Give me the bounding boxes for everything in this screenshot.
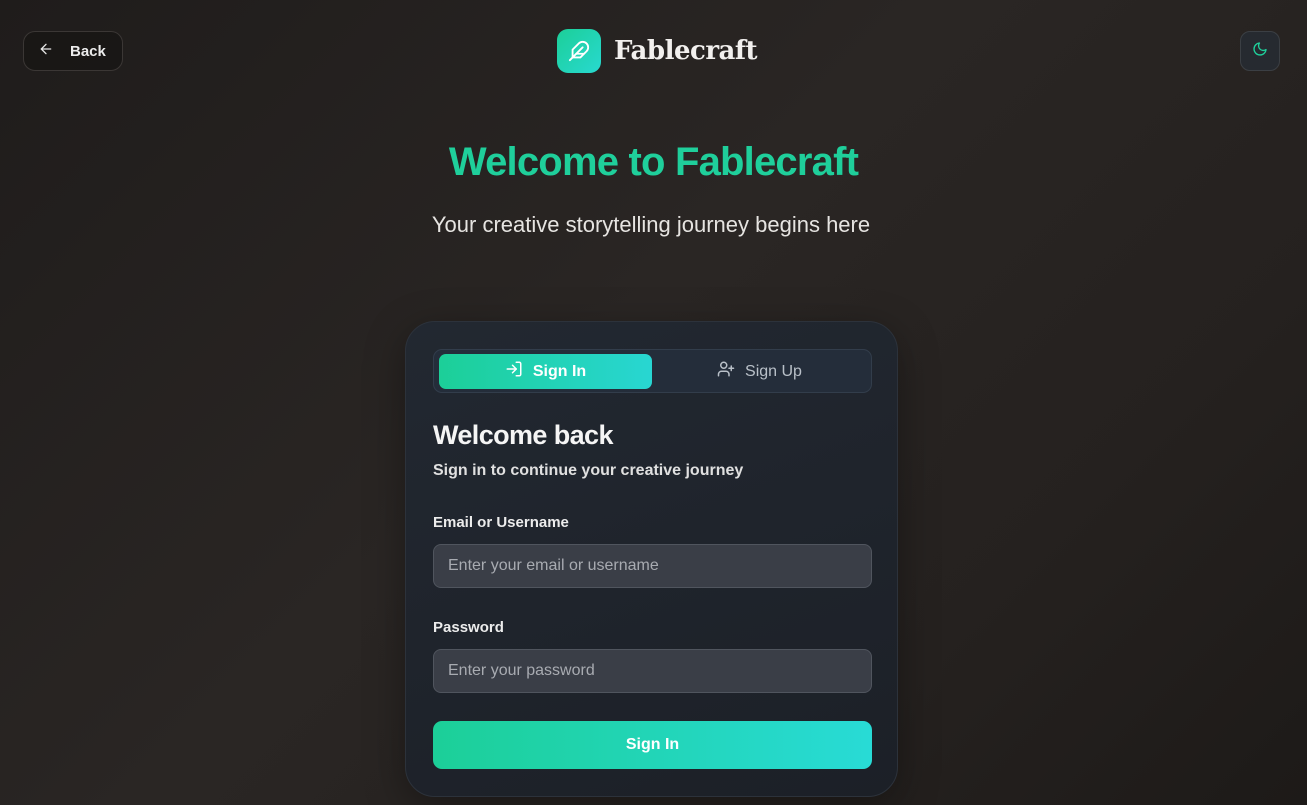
user-plus-icon	[717, 360, 735, 383]
arrow-left-icon	[38, 41, 54, 61]
moon-icon	[1252, 41, 1268, 62]
password-field[interactable]	[433, 649, 872, 693]
tab-sign-up-label: Sign Up	[745, 362, 802, 380]
tab-sign-in[interactable]: Sign In	[439, 354, 652, 389]
brand: Fablecraft	[557, 29, 758, 73]
form-subtitle: Sign in to continue your creative journe…	[433, 462, 744, 479]
theme-toggle-button[interactable]	[1240, 31, 1280, 71]
hero-title: Welcome to Fablecraft	[448, 140, 859, 184]
sign-in-button[interactable]: Sign In	[433, 721, 872, 769]
back-label: Back	[70, 42, 106, 60]
password-label: Password	[433, 619, 504, 636]
auth-card: Sign In Sign Up Welcome back Sign in to …	[405, 321, 898, 797]
feather-icon	[557, 29, 601, 73]
back-button[interactable]: Back	[23, 31, 123, 71]
email-field[interactable]	[433, 544, 872, 588]
sign-in-icon	[505, 360, 523, 383]
hero-subtitle: Your creative storytelling journey begin…	[431, 212, 871, 237]
email-label: Email or Username	[433, 514, 569, 531]
brand-name: Fablecraft	[614, 36, 758, 66]
tab-sign-in-label: Sign In	[532, 362, 587, 380]
auth-tabs: Sign In Sign Up	[433, 349, 872, 393]
form-title: Welcome back	[433, 420, 613, 450]
tab-sign-up[interactable]: Sign Up	[653, 354, 866, 389]
